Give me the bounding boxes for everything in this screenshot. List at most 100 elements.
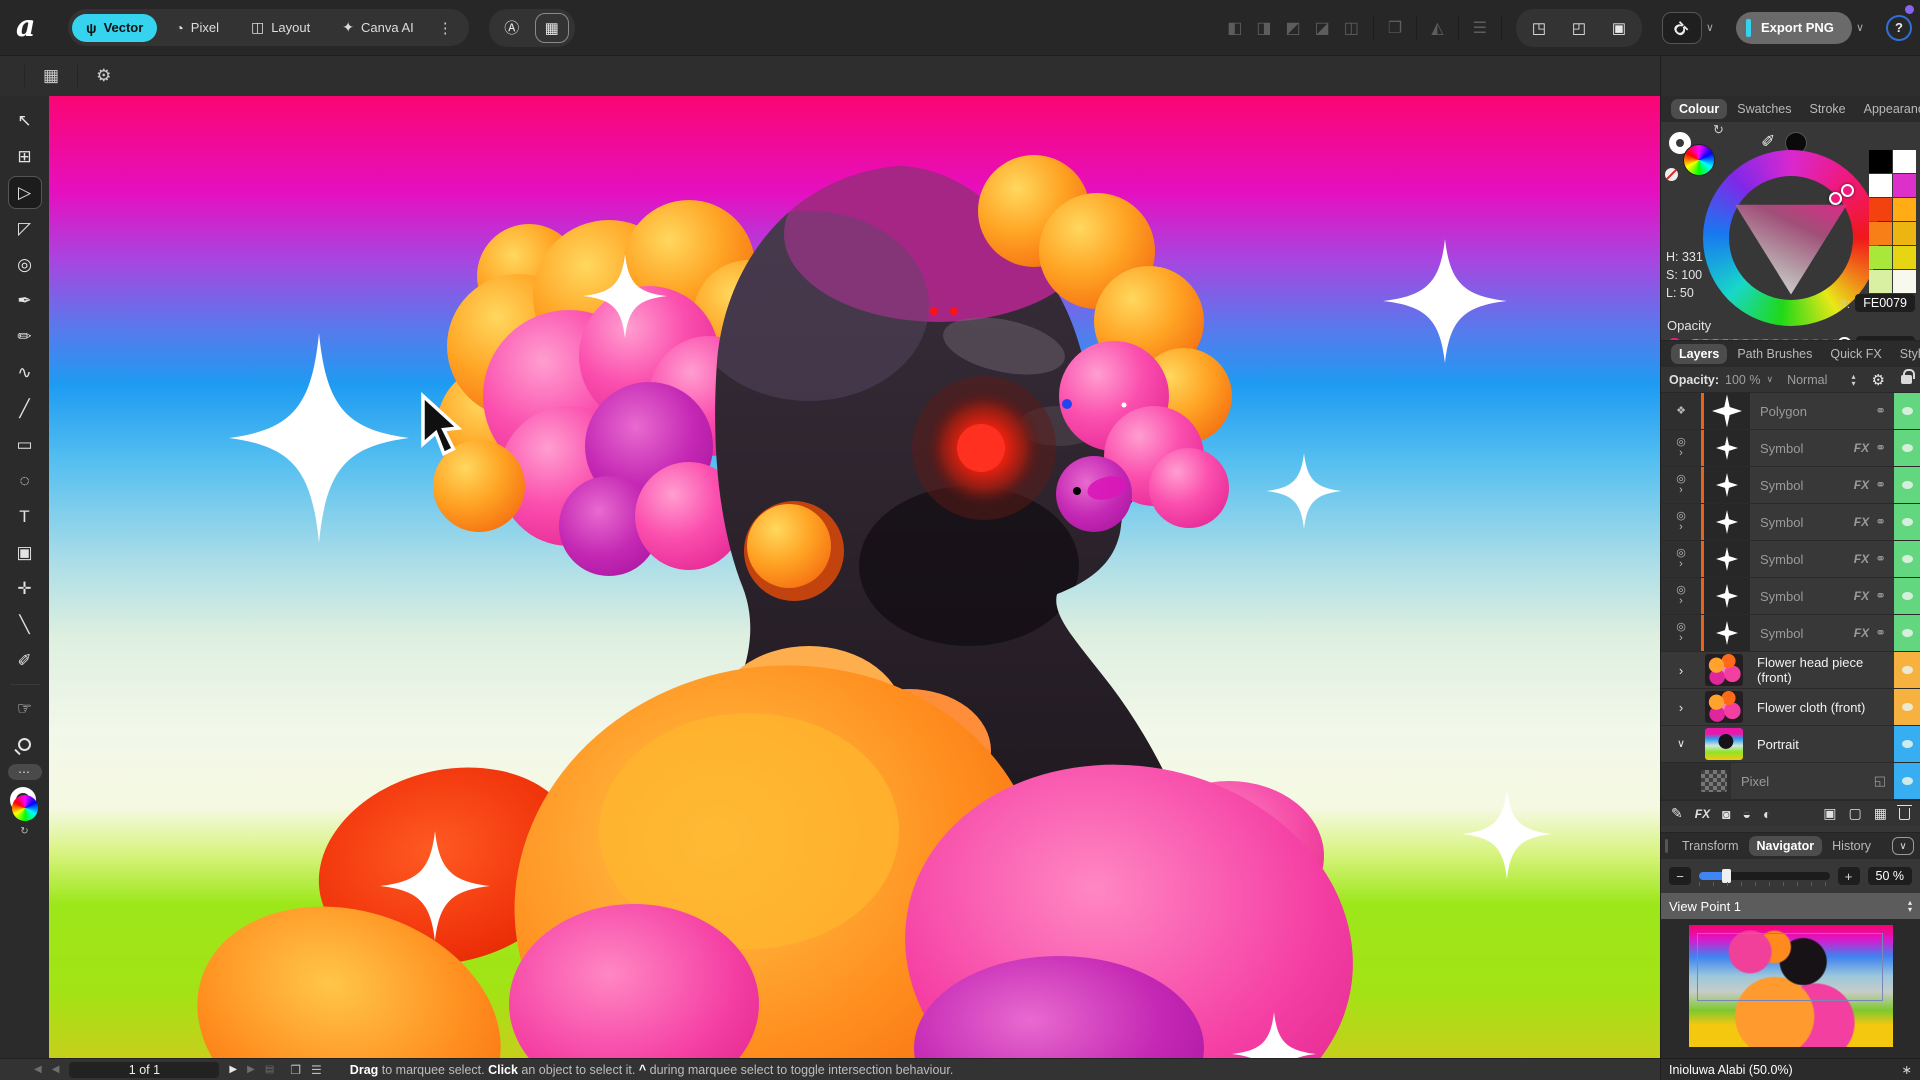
- panel-chevron-icon[interactable]: ∨: [1892, 837, 1914, 855]
- help-button[interactable]: ?: [1886, 15, 1912, 41]
- layer-opacity-value[interactable]: 100 %: [1725, 373, 1760, 387]
- navigator-thumbnail[interactable]: [1689, 925, 1893, 1047]
- swap-colours-icon[interactable]: ↻: [20, 826, 28, 837]
- live-filter-icon[interactable]: ◐: [1763, 806, 1771, 822]
- zoom-tool[interactable]: [8, 728, 42, 761]
- fx-badge[interactable]: FX: [1854, 589, 1869, 603]
- page-file-icon[interactable]: ▤: [265, 1064, 274, 1075]
- move-tool[interactable]: ↖: [8, 104, 42, 137]
- layer-row-polygon[interactable]: ❖ Polygon ⚭: [1661, 393, 1920, 430]
- layer-row-symbol[interactable]: ◎› Symbol FX⚭: [1661, 578, 1920, 615]
- tab-layers[interactable]: Layers: [1671, 344, 1727, 364]
- layer-name[interactable]: Symbol: [1750, 430, 1854, 466]
- node-add-tool[interactable]: ✛: [8, 572, 42, 605]
- layer-thumbnail[interactable]: [1704, 578, 1750, 614]
- node-tool[interactable]: ▷: [8, 176, 42, 209]
- grid-toggle-button[interactable]: ▦: [535, 13, 569, 43]
- artboard-grid-icon[interactable]: ▦: [43, 66, 59, 86]
- zoom-out-button[interactable]: −: [1669, 867, 1691, 885]
- expand-chevron-icon[interactable]: ›: [1679, 633, 1683, 644]
- snapping-magnet-button[interactable]: Ω: [1662, 12, 1702, 44]
- expand-chevron-icon[interactable]: ›: [1679, 702, 1683, 713]
- flip-icon[interactable]: ◭: [1431, 18, 1443, 38]
- layer-row-symbol[interactable]: ◎› Symbol FX⚭: [1661, 430, 1920, 467]
- layer-row-flower-cloth[interactable]: › Flower cloth (front): [1661, 689, 1920, 726]
- page-indicator[interactable]: 1 of 1: [69, 1062, 219, 1078]
- layer-thumbnail[interactable]: [1704, 467, 1750, 503]
- boolean-intersect-icon[interactable]: ◩: [1286, 18, 1301, 38]
- edit-layer-icon[interactable]: ✎: [1671, 805, 1683, 822]
- fill-stroke-colour-well[interactable]: [8, 787, 42, 821]
- layer-row-symbol[interactable]: ◎› Symbol FX⚭: [1661, 541, 1920, 578]
- blend-mode-select[interactable]: Normal: [1787, 373, 1827, 387]
- insert-on-top-icon[interactable]: ◰: [1562, 13, 1596, 43]
- persona-pixel[interactable]: ◔ Pixel: [161, 14, 233, 42]
- select-box-icon[interactable]: ▣: [1602, 13, 1636, 43]
- corner-tool[interactable]: ◸: [8, 212, 42, 245]
- measure-tool[interactable]: ╲: [8, 608, 42, 641]
- colour-picker-tool[interactable]: ✐: [8, 644, 42, 677]
- no-fill-swatch[interactable]: [1665, 168, 1678, 181]
- zoom-slider[interactable]: [1699, 872, 1830, 880]
- tab-quick-fx[interactable]: Quick FX: [1822, 344, 1889, 364]
- text-tool[interactable]: T: [8, 500, 42, 533]
- first-page-icon[interactable]: ◀: [34, 1064, 42, 1075]
- expand-chevron-icon[interactable]: ›: [1679, 559, 1683, 570]
- expand-chevron-icon[interactable]: ›: [1679, 448, 1683, 459]
- tab-appearance[interactable]: Appearance: [1856, 99, 1920, 119]
- layer-visibility-toggle[interactable]: [1894, 393, 1920, 429]
- collapse-chevron-icon[interactable]: ∨: [1677, 739, 1685, 750]
- layer-opacity-chevron-icon[interactable]: ∨: [1766, 374, 1773, 385]
- layer-thumbnail[interactable]: [1704, 541, 1750, 577]
- zoom-slider-handle[interactable]: [1722, 869, 1731, 883]
- layer-name[interactable]: Symbol: [1750, 578, 1854, 614]
- layer-thumbnail[interactable]: [1704, 393, 1750, 429]
- expand-chevron-icon[interactable]: ›: [1679, 522, 1683, 533]
- settings-gear-icon[interactable]: ⚙: [96, 66, 111, 86]
- fx-badge[interactable]: FX: [1854, 478, 1869, 492]
- insert-inside-icon[interactable]: ◳: [1522, 13, 1556, 43]
- persona-layout[interactable]: ◫ Layout: [237, 13, 324, 42]
- fill-swatch[interactable]: [1683, 144, 1715, 176]
- expand-chevron-icon[interactable]: ›: [1679, 665, 1683, 676]
- pencil-tool[interactable]: ✏: [8, 320, 42, 353]
- vector-brush-tool[interactable]: ∿: [8, 356, 42, 389]
- gradient-tool[interactable]: ╱: [8, 392, 42, 425]
- layer-visibility-toggle[interactable]: [1894, 578, 1920, 614]
- point-transform-tool[interactable]: ◎: [8, 248, 42, 281]
- place-image-tool[interactable]: ▣: [8, 536, 42, 569]
- layer-name[interactable]: Flower head piece (front): [1747, 652, 1894, 688]
- fx-badge[interactable]: FX: [1854, 515, 1869, 529]
- layer-name[interactable]: Polygon: [1750, 393, 1875, 429]
- layer-row-symbol[interactable]: ◎› Symbol FX⚭: [1661, 467, 1920, 504]
- artboard-tool[interactable]: ⊞: [8, 140, 42, 173]
- export-options-chevron-icon[interactable]: ∨: [1856, 21, 1864, 34]
- snapping-chevron-icon[interactable]: ∨: [1706, 21, 1714, 34]
- layer-row-flower-head-piece[interactable]: › Flower head piece (front): [1661, 652, 1920, 689]
- group-layers-icon[interactable]: ▢: [1849, 805, 1862, 822]
- boolean-divide-icon[interactable]: ◪: [1315, 18, 1330, 38]
- tab-path-brushes[interactable]: Path Brushes: [1729, 344, 1820, 364]
- tab-history[interactable]: History: [1824, 836, 1879, 856]
- add-pixel-layer-icon[interactable]: ▣: [1823, 805, 1836, 822]
- delete-layer-icon[interactable]: [1899, 808, 1910, 820]
- view-hand-tool[interactable]: ☞: [8, 692, 42, 725]
- tab-transform[interactable]: Transform: [1674, 836, 1747, 856]
- expand-chevron-icon[interactable]: ›: [1679, 596, 1683, 607]
- layer-settings-gear-icon[interactable]: ⚙: [1872, 371, 1885, 389]
- layer-name[interactable]: Flower cloth (front): [1747, 689, 1894, 725]
- layer-visibility-toggle[interactable]: [1894, 763, 1920, 799]
- layer-name[interactable]: Portrait: [1747, 726, 1894, 762]
- fx-badge[interactable]: FX: [1854, 441, 1869, 455]
- add-fx-icon[interactable]: FX: [1695, 807, 1710, 821]
- adjustment-icon[interactable]: ◒: [1743, 806, 1751, 822]
- copy-pages-icon[interactable]: ❐: [290, 1063, 301, 1077]
- layer-thumbnail[interactable]: [1705, 654, 1743, 686]
- layer-thumbnail[interactable]: [1705, 691, 1743, 723]
- page-list-icon[interactable]: ☰: [311, 1063, 322, 1077]
- layer-visibility-toggle[interactable]: [1894, 504, 1920, 540]
- layer-operations-icon[interactable]: ❐: [1388, 18, 1402, 38]
- hex-input[interactable]: FE0079: [1855, 294, 1915, 312]
- align-icon[interactable]: ☰: [1473, 18, 1487, 38]
- eyedropper-icon[interactable]: ✐: [1761, 132, 1775, 152]
